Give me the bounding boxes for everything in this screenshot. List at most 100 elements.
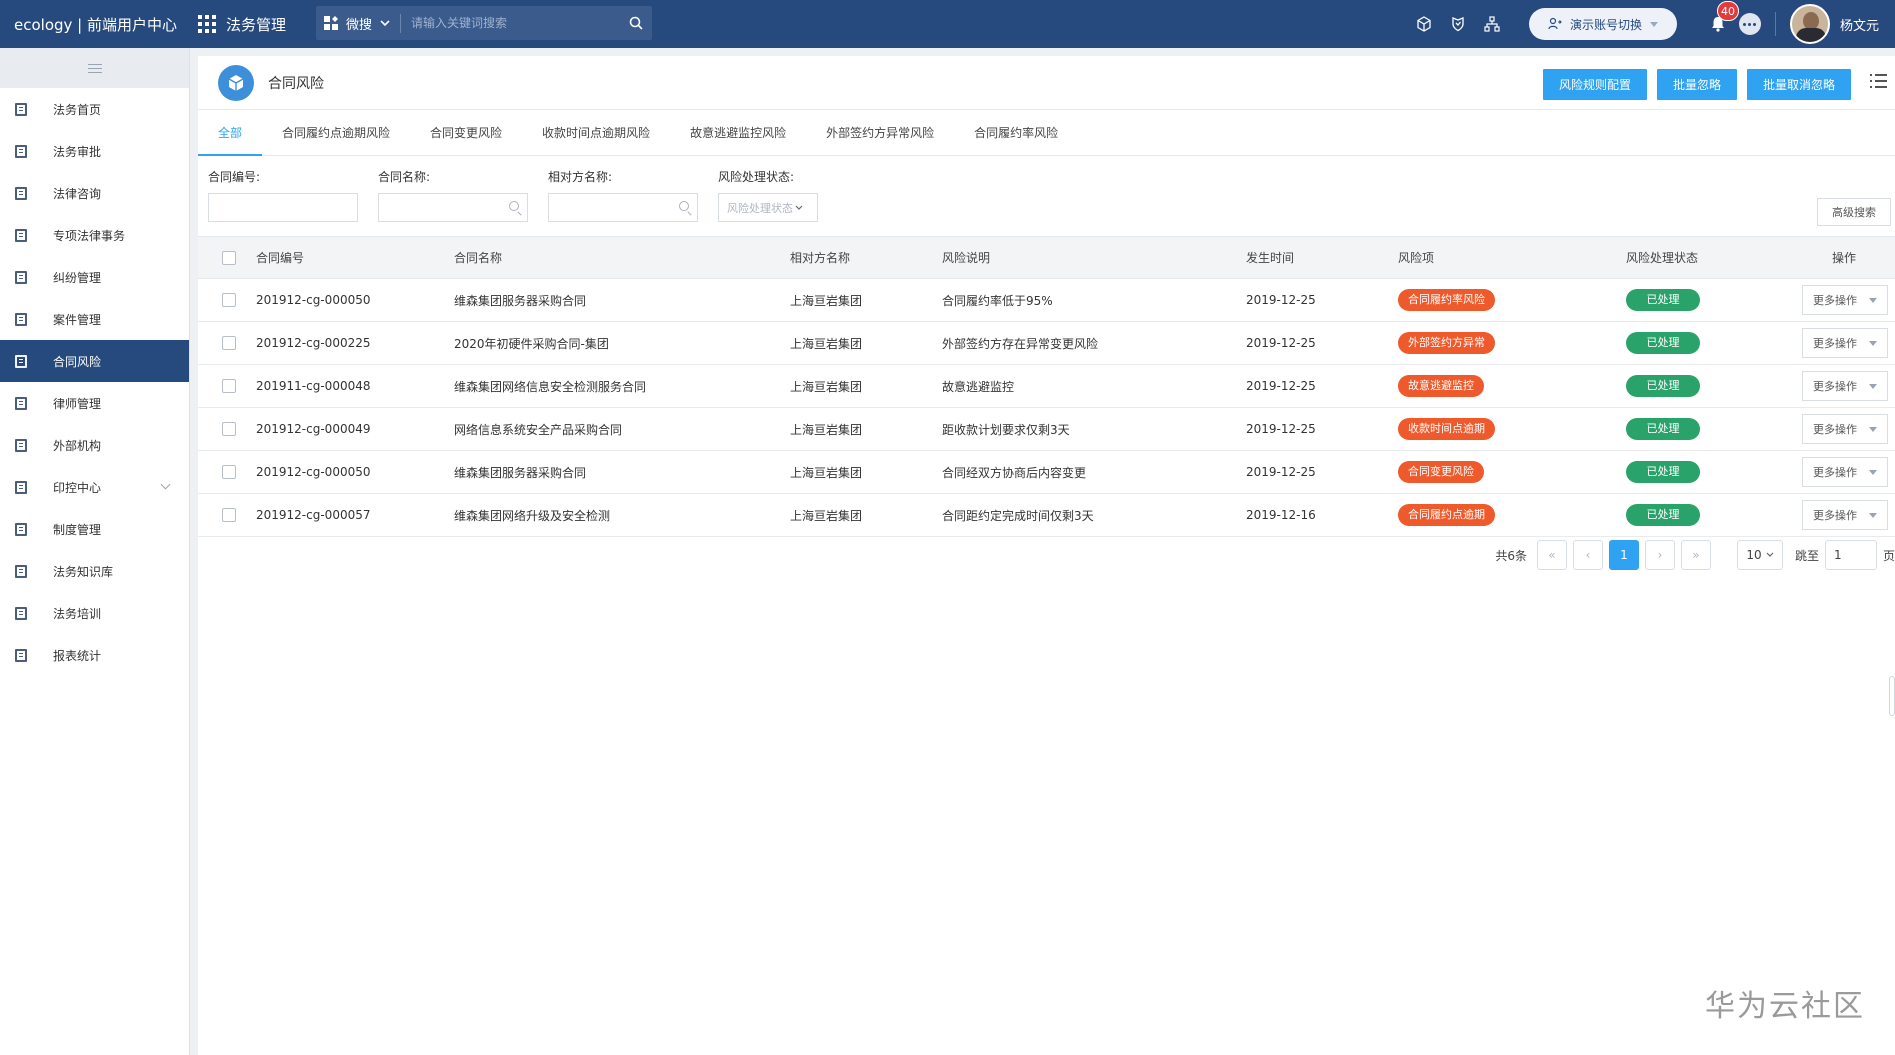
brand-title[interactable]: ecology | 前端用户中心: [0, 14, 190, 35]
cube-icon[interactable]: [1407, 0, 1441, 48]
current-page[interactable]: 1: [1608, 540, 1639, 570]
table-row[interactable]: 201912-cg-000050 维森集团服务器采购合同 上海亘岩集团 合同履约率低于…: [198, 278, 1895, 322]
sidebar-item[interactable]: 律师管理: [0, 382, 189, 424]
document-icon: [15, 438, 27, 452]
risk-rule-config-button[interactable]: 风险规则配置: [1542, 69, 1647, 100]
first-page-button[interactable]: «: [1536, 540, 1567, 570]
table-row[interactable]: 201912-cg-000225 2020年初硬件采购合同-集团 上海亘岩集团 外部签…: [198, 321, 1895, 365]
risk-table: 合同编号 合同名称 相对方名称 风险说明 发生时间 风险项 风险处理状态 操作 201912-…: [198, 236, 1895, 537]
sidebar-item-label: 印控中心: [53, 480, 102, 495]
module-name[interactable]: 法务管理: [226, 14, 286, 35]
prev-page-button[interactable]: ‹: [1572, 540, 1603, 570]
more-actions-button[interactable]: 更多操作: [1802, 414, 1888, 444]
search-scope-dropdown[interactable]: 微搜: [346, 13, 402, 33]
search-icon[interactable]: [509, 201, 519, 211]
more-actions-button[interactable]: 更多操作: [1802, 500, 1888, 530]
risk-tag: 合同履约率风险: [1398, 289, 1495, 311]
table-row[interactable]: 201912-cg-000049 网络信息系统安全产品采购合同 上海亘岩集团 距收款计…: [198, 407, 1895, 451]
cell-date: 2019-12-25: [1236, 321, 1388, 365]
notification-badge: 40: [1716, 1, 1739, 21]
switch-account-button[interactable]: 演示账号切换: [1528, 8, 1677, 40]
hamburger-icon: [87, 61, 102, 76]
risk-tag: 合同变更风险: [1398, 461, 1484, 483]
search-input[interactable]: [401, 16, 620, 30]
table-row[interactable]: 201911-cg-000048 维森集团网络信息安全检测服务合同 上海亘岩集团 故意…: [198, 364, 1895, 408]
more-actions-button[interactable]: 更多操作: [1802, 457, 1888, 487]
cell-no: 201912-cg-000049: [246, 407, 444, 451]
search-icon[interactable]: [679, 201, 689, 211]
chat-icon[interactable]: [1738, 13, 1761, 35]
row-checkbox[interactable]: [222, 422, 236, 437]
status-select[interactable]: 风险处理状态: [718, 193, 818, 222]
scrollbar-thumb[interactable]: [1889, 676, 1895, 716]
row-checkbox[interactable]: [222, 508, 236, 523]
sidebar-item[interactable]: 法律咨询: [0, 172, 189, 214]
cell-no: 201911-cg-000048: [246, 364, 444, 408]
more-actions-button[interactable]: 更多操作: [1802, 328, 1888, 358]
contract-name-input[interactable]: [378, 193, 528, 222]
counterparty-input[interactable]: [548, 193, 698, 222]
status-select-placeholder: 风险处理状态: [727, 201, 793, 215]
tab[interactable]: 收款时间点逾期风险: [522, 109, 670, 155]
sidebar-collapse-button[interactable]: [0, 48, 189, 88]
chevron-down-icon[interactable]: [160, 479, 171, 490]
tab[interactable]: 外部签约方异常风险: [806, 109, 954, 155]
cell-name: 维森集团服务器采购合同: [444, 278, 780, 322]
watermark: 华为云社区: [1705, 989, 1865, 1024]
sidebar-item[interactable]: 外部机构: [0, 424, 189, 466]
page-size-select[interactable]: 10: [1736, 540, 1783, 570]
tab[interactable]: 全部: [198, 109, 263, 156]
select-all-checkbox[interactable]: [222, 250, 236, 265]
widget-icon[interactable]: [316, 15, 346, 31]
org-chart-icon[interactable]: [1475, 0, 1509, 48]
list-menu-icon[interactable]: [1870, 74, 1887, 92]
app-grid-icon[interactable]: [198, 15, 216, 33]
batch-unignore-button[interactable]: 批量取消忽略: [1746, 69, 1851, 100]
row-checkbox[interactable]: [222, 336, 236, 351]
tab[interactable]: 合同变更风险: [410, 109, 522, 155]
document-icon: [15, 606, 27, 620]
sidebar-item[interactable]: 法务审批: [0, 130, 189, 172]
next-page-button[interactable]: ›: [1644, 540, 1675, 570]
last-page-button[interactable]: »: [1680, 540, 1711, 570]
more-actions-button[interactable]: 更多操作: [1802, 371, 1888, 401]
notification-button[interactable]: 40: [1699, 0, 1739, 48]
chevron-down-icon: [1766, 552, 1774, 557]
sidebar-item[interactable]: 法务培训: [0, 592, 189, 634]
tab[interactable]: 故意逃避监控风险: [670, 109, 806, 155]
advanced-search-button[interactable]: 高级搜索: [1817, 198, 1891, 226]
module-switcher[interactable]: 法务管理: [198, 14, 286, 35]
sidebar-item[interactable]: 纠纷管理: [0, 256, 189, 298]
search-icon[interactable]: [620, 16, 652, 30]
batch-ignore-button[interactable]: 批量忽略: [1656, 69, 1737, 100]
sidebar-item[interactable]: 案件管理: [0, 298, 189, 340]
document-icon: [15, 144, 27, 158]
tab[interactable]: 合同履约率风险: [954, 109, 1078, 155]
sidebar-item[interactable]: 法务知识库: [0, 550, 189, 592]
cell-party: 上海亘岩集团: [780, 321, 932, 365]
sidebar-item[interactable]: 报表统计: [0, 634, 189, 676]
username[interactable]: 杨文元: [1840, 15, 1879, 34]
sidebar-item[interactable]: 专项法律事务: [0, 214, 189, 256]
jump-page-input[interactable]: 1: [1824, 540, 1877, 570]
cell-no: 201912-cg-000050: [246, 450, 444, 494]
row-checkbox[interactable]: [222, 293, 236, 308]
tab[interactable]: 合同履约点逾期风险: [262, 109, 410, 155]
contract-no-input[interactable]: [208, 193, 358, 222]
chevron-down-icon: [1869, 426, 1877, 432]
sidebar-item[interactable]: 合同风险: [0, 340, 189, 382]
more-actions-button[interactable]: 更多操作: [1802, 285, 1888, 315]
sidebar-item[interactable]: 法务首页: [0, 88, 189, 130]
sidebar-item[interactable]: 制度管理: [0, 508, 189, 550]
sidebar-item[interactable]: 印控中心: [0, 466, 189, 508]
row-checkbox[interactable]: [222, 379, 236, 394]
table-header-row: 合同编号 合同名称 相对方名称 风险说明 发生时间 风险项 风险处理状态 操作: [198, 236, 1895, 279]
column-header: 风险说明: [932, 236, 1236, 279]
table-row[interactable]: 201912-cg-000057 维森集团网络升级及安全检测 上海亘岩集团 合同距约定…: [198, 493, 1895, 537]
row-checkbox[interactable]: [222, 465, 236, 480]
avatar[interactable]: [1789, 4, 1830, 44]
sidebar-item-label: 法务知识库: [53, 564, 114, 579]
shield-icon[interactable]: [1441, 0, 1475, 48]
cell-party: 上海亘岩集团: [780, 278, 932, 322]
table-row[interactable]: 201912-cg-000050 维森集团服务器采购合同 上海亘岩集团 合同经双方协商…: [198, 450, 1895, 494]
